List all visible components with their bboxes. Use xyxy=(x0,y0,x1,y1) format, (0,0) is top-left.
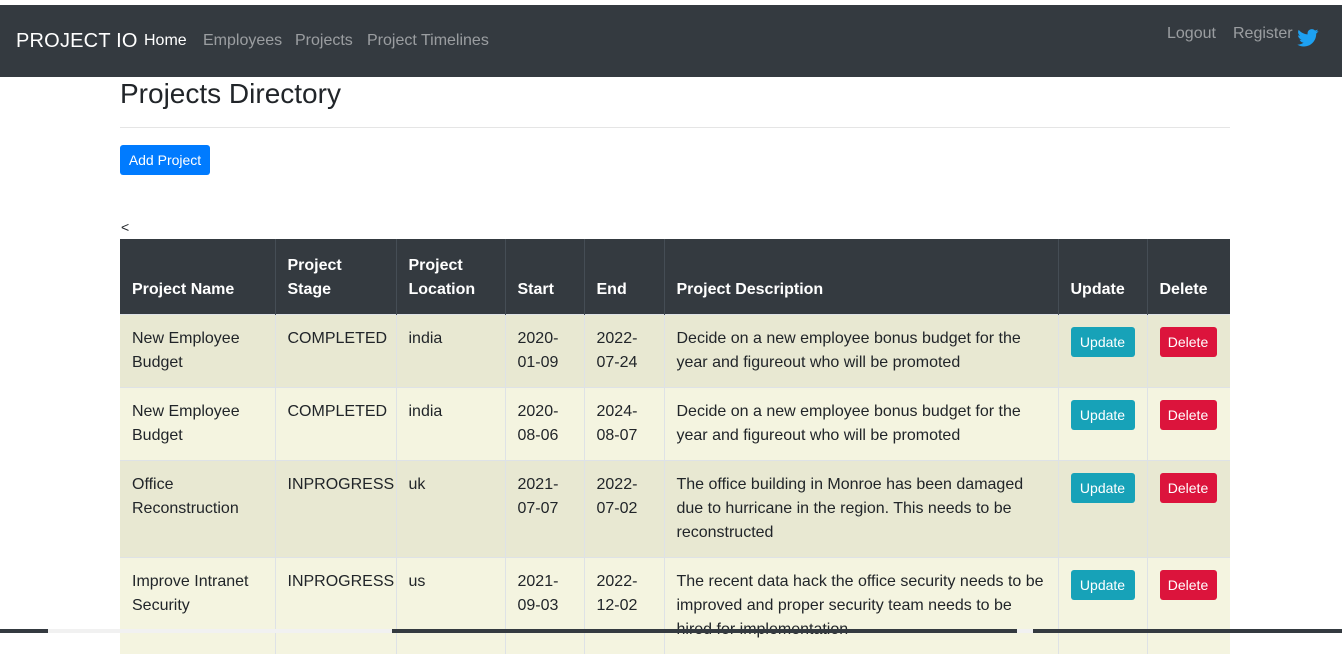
header-project-location: Project Location xyxy=(396,239,506,314)
cell-project-stage: COMPLETED xyxy=(275,386,397,460)
cell-project-name: Office Reconstruction xyxy=(120,459,276,557)
header-project-name: Project Name xyxy=(120,239,276,314)
header-end: End xyxy=(584,239,665,314)
delete-button[interactable]: Delete xyxy=(1159,399,1217,430)
update-button[interactable]: Update xyxy=(1070,399,1135,430)
update-button[interactable]: Update xyxy=(1070,472,1135,503)
scrollbar-segment xyxy=(48,629,392,633)
cell-delete: Delete xyxy=(1147,556,1230,654)
update-button[interactable]: Update xyxy=(1070,569,1135,600)
cell-project-location: india xyxy=(396,386,506,460)
cell-project-stage: INPROGRESS xyxy=(275,556,397,654)
cell-description: Decide on a new employee bonus budget fo… xyxy=(664,313,1059,387)
cell-project-location: uk xyxy=(396,459,506,557)
nav-projects[interactable]: Projects xyxy=(295,32,353,50)
nav-employees[interactable]: Employees xyxy=(203,32,282,50)
cell-update: Update xyxy=(1058,556,1148,654)
navbar: PROJECT IO Home Employees Projects Proje… xyxy=(0,5,1342,77)
table-row: Improve Intranet Security INPROGRESS us … xyxy=(120,556,1230,654)
nav-project-timelines[interactable]: Project Timelines xyxy=(367,32,489,50)
cell-update: Update xyxy=(1058,459,1148,557)
table-row: New Employee Budget COMPLETED india 2020… xyxy=(120,313,1230,387)
cell-description: Decide on a new employee bonus budget fo… xyxy=(664,386,1059,460)
nav-logout[interactable]: Logout xyxy=(1167,25,1216,43)
nav-home[interactable]: Home xyxy=(144,32,187,50)
cell-project-name: New Employee Budget xyxy=(120,313,276,387)
table-row: Office Reconstruction INPROGRESS uk 2021… xyxy=(120,459,1230,557)
cell-delete: Delete xyxy=(1147,459,1230,557)
header-start: Start xyxy=(505,239,585,314)
brand-logo[interactable]: PROJECT IO xyxy=(16,30,138,53)
header-project-description: Project Description xyxy=(664,239,1059,314)
page-title: Projects Directory xyxy=(120,78,341,109)
header-update: Update xyxy=(1058,239,1148,314)
pager-prev[interactable]: < xyxy=(121,219,129,235)
add-project-button[interactable]: Add Project xyxy=(120,145,210,175)
divider xyxy=(120,127,1230,128)
update-button[interactable]: Update xyxy=(1070,326,1135,357)
projects-table: Project Name Project Stage Project Locat… xyxy=(120,239,1230,654)
cell-end: 2022-07-02 xyxy=(584,459,665,557)
nav-register[interactable]: Register xyxy=(1233,25,1293,43)
cell-description: The office building in Monroe has been d… xyxy=(664,459,1059,557)
cell-start: 2020-08-06 xyxy=(505,386,585,460)
cell-project-stage: INPROGRESS xyxy=(275,459,397,557)
header-delete: Delete xyxy=(1147,239,1230,314)
cell-project-location: us xyxy=(396,556,506,654)
cell-update: Update xyxy=(1058,386,1148,460)
cell-end: 2022-12-02 xyxy=(584,556,665,654)
cell-project-location: india xyxy=(396,313,506,387)
header-project-stage: Project Stage xyxy=(275,239,397,314)
twitter-icon[interactable] xyxy=(1297,29,1319,47)
cell-start: 2021-09-03 xyxy=(505,556,585,654)
delete-button[interactable]: Delete xyxy=(1159,326,1217,357)
cell-start: 2021-07-07 xyxy=(505,459,585,557)
cell-delete: Delete xyxy=(1147,313,1230,387)
delete-button[interactable]: Delete xyxy=(1159,569,1217,600)
scrollbar-segment xyxy=(1017,629,1033,633)
cell-end: 2022-07-24 xyxy=(584,313,665,387)
delete-button[interactable]: Delete xyxy=(1159,472,1217,503)
table-row: New Employee Budget COMPLETED india 2020… xyxy=(120,386,1230,460)
cell-project-stage: COMPLETED xyxy=(275,313,397,387)
cell-delete: Delete xyxy=(1147,386,1230,460)
table-header-row: Project Name Project Stage Project Locat… xyxy=(120,239,1230,314)
cell-project-name: New Employee Budget xyxy=(120,386,276,460)
cell-start: 2020-01-09 xyxy=(505,313,585,387)
cell-description: The recent data hack the office security… xyxy=(664,556,1059,654)
cell-end: 2024-08-07 xyxy=(584,386,665,460)
cell-project-name: Improve Intranet Security xyxy=(120,556,276,654)
cell-update: Update xyxy=(1058,313,1148,387)
